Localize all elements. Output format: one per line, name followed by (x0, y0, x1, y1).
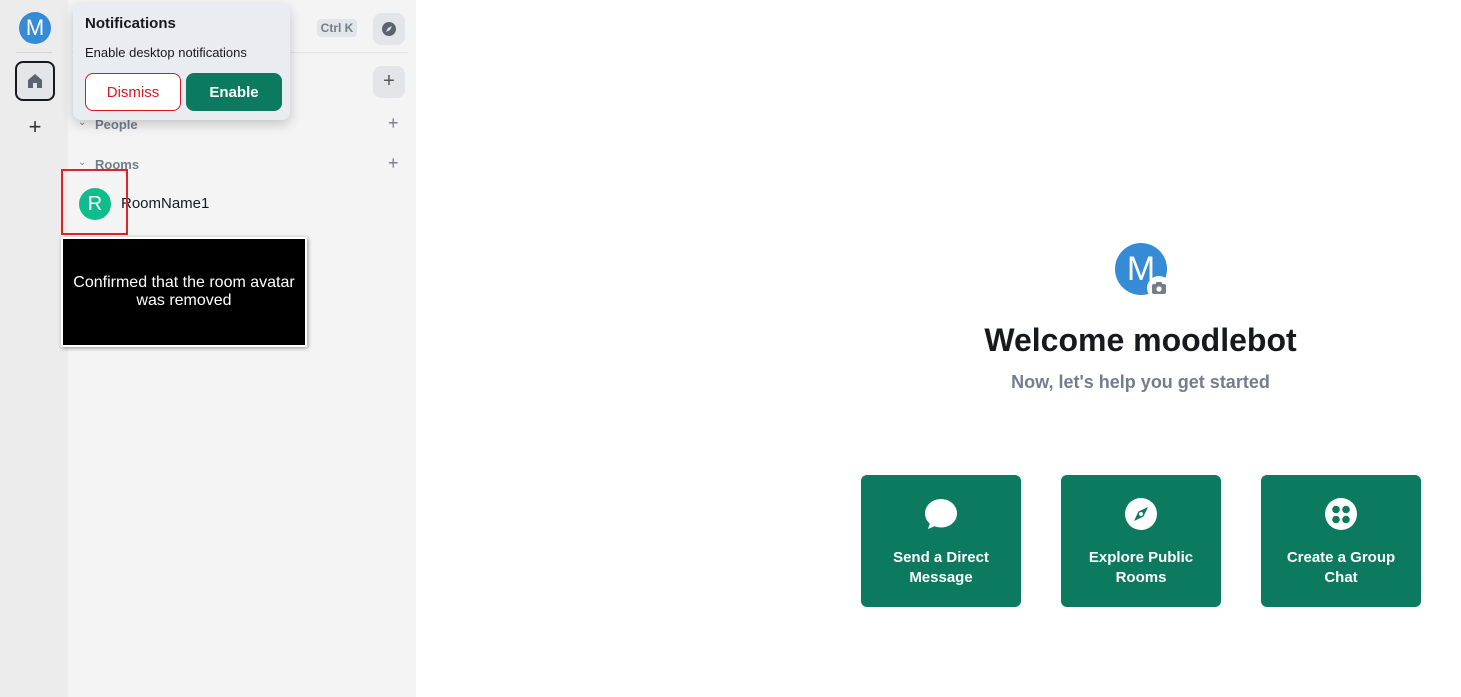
card-label: Send a Direct Message (893, 549, 989, 586)
notification-toast: Notifications Enable desktop notificatio… (73, 4, 290, 120)
camera-glyph (1152, 282, 1166, 294)
highlight-box (61, 169, 128, 235)
chat-bubble-icon (925, 499, 957, 529)
card-label: Explore Public Rooms (1088, 549, 1194, 586)
compass-icon (382, 22, 396, 36)
add-person-button[interactable]: + (388, 113, 399, 134)
compass-icon (1125, 498, 1157, 530)
create-group-chat-card[interactable]: Create a Group Chat (1261, 475, 1421, 607)
explore-rooms-button[interactable] (373, 13, 405, 45)
room-name: RoomName1 (121, 195, 210, 212)
group-icon (1325, 498, 1357, 530)
search-shortcut-badge: Ctrl K (317, 19, 357, 37)
home-button[interactable] (15, 61, 55, 101)
add-room-to-section-button[interactable]: + (388, 153, 399, 174)
home-icon (28, 74, 42, 88)
welcome-subtitle: Now, let's help you get started (1011, 372, 1270, 392)
annotation-text: Confirmed that the room avatar was remov… (73, 274, 295, 309)
enable-button[interactable]: Enable (186, 73, 282, 111)
space-divider (16, 52, 52, 53)
space-bar: M + (0, 0, 68, 697)
user-avatar-initial: M (25, 15, 45, 40)
add-space-button[interactable]: + (25, 114, 45, 139)
camera-icon[interactable] (1147, 276, 1171, 300)
explore-public-rooms-card[interactable]: Explore Public Rooms (1061, 475, 1221, 607)
dismiss-button[interactable]: Dismiss (85, 73, 181, 111)
toast-title: Notifications (85, 15, 176, 32)
toast-description: Enable desktop notifications (85, 45, 247, 60)
add-icon: + (383, 70, 395, 92)
chevron-down-icon: ⌄ (78, 157, 87, 168)
card-label: Create a Group Chat (1286, 549, 1396, 586)
add-space-icon: + (28, 114, 42, 139)
add-room-button[interactable]: + (373, 66, 405, 98)
user-avatar[interactable]: M (19, 12, 51, 44)
welcome-title: Welcome moodlebot (984, 322, 1297, 358)
send-direct-message-card[interactable]: Send a Direct Message (861, 475, 1021, 607)
annotation-callout: Confirmed that the room avatar was remov… (61, 237, 307, 347)
